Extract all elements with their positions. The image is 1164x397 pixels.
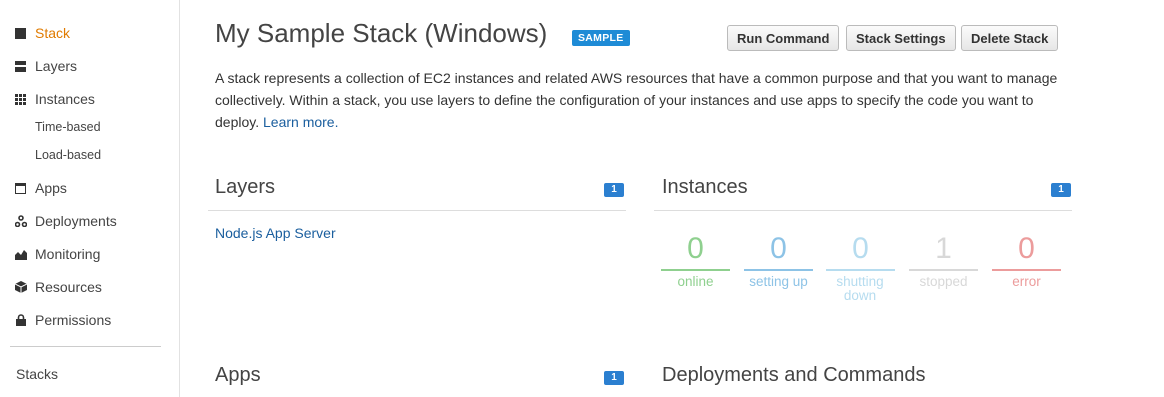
instances-grid-icon: [14, 93, 27, 106]
layer-link-nodejs[interactable]: Node.js App Server: [215, 225, 336, 241]
stat-label: stopped: [919, 274, 968, 289]
sidebar-item-layers[interactable]: Layers: [14, 56, 77, 76]
stack-settings-button[interactable]: Stack Settings: [846, 25, 956, 51]
stat-bar: [661, 269, 730, 271]
monitoring-icon: [14, 248, 27, 261]
sidebar-item-label: Layers: [35, 58, 78, 74]
stat-label: online: [677, 274, 714, 289]
sidebar-subitem-time-based[interactable]: Time-based: [35, 120, 101, 134]
sidebar-item-permissions[interactable]: Permissions: [14, 310, 111, 330]
stat-bar: [826, 269, 895, 271]
sidebar-stacks-link[interactable]: Stacks: [16, 366, 58, 382]
sidebar-item-label: Instances: [35, 91, 95, 107]
layers-count-badge: 1: [604, 183, 624, 197]
deployments-icon: [14, 215, 27, 228]
sidebar-item-label: Resources: [35, 279, 102, 295]
instances-section-title: Instances: [662, 176, 748, 198]
stat-label: setting up: [749, 274, 808, 289]
stat-value: 0: [852, 232, 869, 265]
sidebar-item-label: Stack: [35, 25, 71, 41]
instances-count-badge: 1: [1051, 183, 1071, 197]
instance-stat-stopped[interactable]: 1 stopped: [909, 232, 978, 289]
apps-section-title: Apps: [215, 364, 261, 386]
instance-stat-online[interactable]: 0 online: [661, 232, 730, 289]
sample-badge: SAMPLE: [572, 30, 630, 46]
learn-more-link[interactable]: Learn more.: [263, 114, 338, 130]
stat-bar: [744, 269, 813, 271]
stat-value: 0: [1018, 232, 1035, 265]
sidebar-divider: [10, 346, 161, 347]
sidebar-item-resources[interactable]: Resources: [14, 277, 102, 297]
layers-icon: [14, 60, 27, 73]
instance-stat-setting-up[interactable]: 0 setting up: [744, 232, 813, 289]
resources-cube-icon: [14, 281, 27, 294]
stat-value: 0: [770, 232, 787, 265]
stat-bar: [909, 269, 978, 271]
stack-description: A stack represents a collection of EC2 i…: [215, 67, 1065, 133]
sidebar-item-label: Apps: [35, 180, 67, 196]
sidebar-item-deployments[interactable]: Deployments: [14, 211, 117, 231]
sidebar-subitem-load-based[interactable]: Load-based: [35, 148, 101, 162]
stat-value: 0: [687, 232, 704, 265]
apps-count-badge: 1: [604, 371, 624, 385]
instance-stat-shutting-down[interactable]: 0 shutting down: [826, 232, 895, 303]
sidebar-item-stack[interactable]: Stack: [14, 23, 70, 43]
lock-icon: [14, 314, 27, 327]
instance-stat-error[interactable]: 0 error: [992, 232, 1061, 289]
instances-divider: [654, 210, 1072, 211]
stack-icon: [14, 27, 27, 40]
run-command-button[interactable]: Run Command: [727, 25, 840, 51]
sidebar-item-label: Permissions: [35, 312, 112, 328]
description-text: A stack represents a collection of EC2 i…: [215, 70, 1058, 130]
sidebar-item-label: Deployments: [35, 213, 117, 229]
layers-divider: [208, 210, 626, 211]
stat-label: shutting down: [836, 274, 884, 303]
stat-value: 1: [935, 232, 952, 265]
stat-label: error: [1012, 274, 1041, 289]
sidebar-item-monitoring[interactable]: Monitoring: [14, 244, 100, 264]
sidebar: Stack Layers Instances Time-based Load-b…: [0, 0, 180, 397]
delete-stack-button[interactable]: Delete Stack: [961, 25, 1059, 51]
apps-icon: [14, 182, 27, 195]
page-title: My Sample Stack (Windows): [215, 18, 548, 48]
sidebar-item-label: Monitoring: [35, 246, 101, 262]
sidebar-item-apps[interactable]: Apps: [14, 178, 67, 198]
deployments-section-title: Deployments and Commands: [662, 364, 926, 386]
layers-section-title: Layers: [215, 176, 276, 198]
sidebar-item-instances[interactable]: Instances: [14, 89, 95, 109]
stat-bar: [992, 269, 1061, 271]
